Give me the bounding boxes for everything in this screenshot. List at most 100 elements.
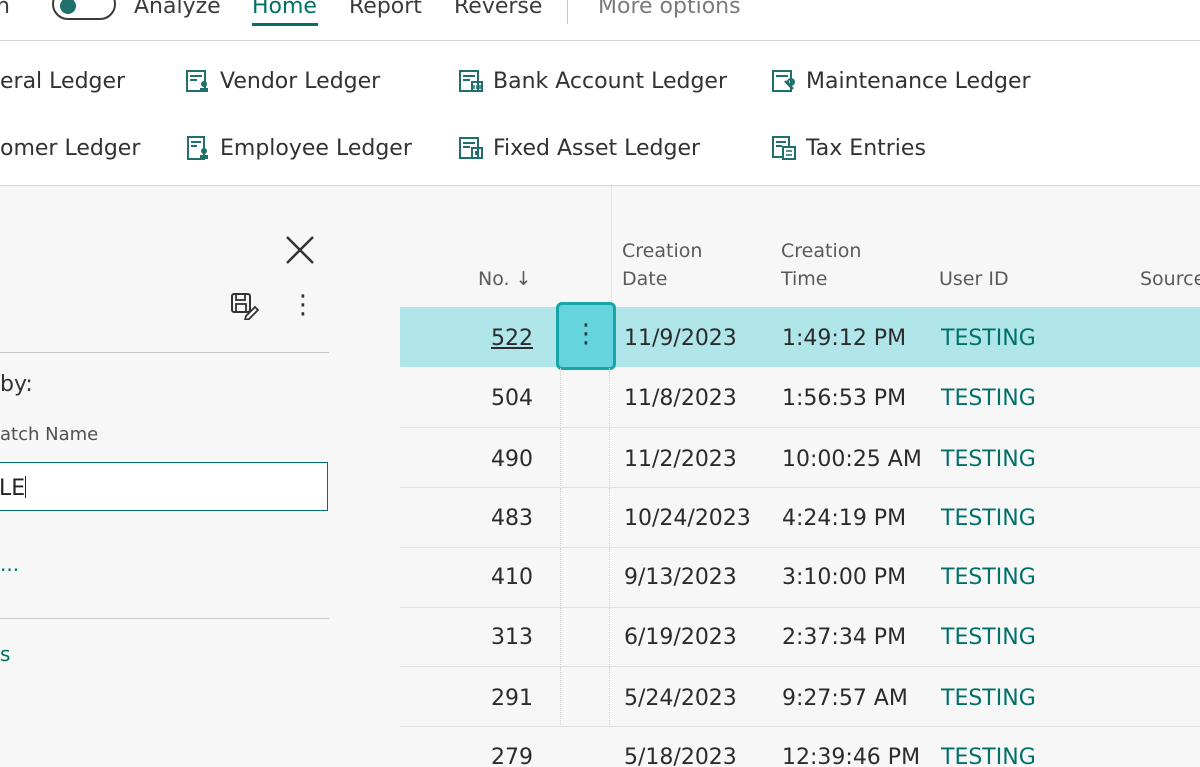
general-ledger-label: eral Ledger xyxy=(0,68,126,94)
vendor-ledger-icon xyxy=(184,67,212,95)
cell-date: 6/19/2023 xyxy=(624,625,737,650)
vendor-ledger-button[interactable]: Vendor Ledger xyxy=(184,63,380,99)
employee-ledger-label: Employee Ledger xyxy=(220,135,412,161)
cell-no[interactable]: 313 xyxy=(453,625,533,650)
table-row[interactable]: 313 6/19/2023 2:37:34 PM TESTING xyxy=(400,607,1200,667)
add-filter-link[interactable]: ... xyxy=(0,552,19,576)
action-bar: n Analyze Home Report Reverse More optio… xyxy=(0,0,1200,41)
column-divider xyxy=(611,186,612,306)
batch-name-value: LE xyxy=(0,476,26,501)
cell-date: 11/9/2023 xyxy=(624,326,737,351)
tab-analyze[interactable]: Analyze xyxy=(134,0,221,19)
tax-entries-button[interactable]: Tax Entries xyxy=(770,130,926,166)
row-separator xyxy=(609,548,611,606)
actionbar-truncated-item[interactable]: n xyxy=(0,0,10,19)
fixed-asset-ledger-button[interactable]: Fixed Asset Ledger xyxy=(457,130,700,166)
table-row[interactable]: 490 11/2/2023 10:00:25 AM TESTING xyxy=(400,428,1200,488)
cell-no[interactable]: 279 xyxy=(453,745,533,767)
batch-name-label: atch Name xyxy=(0,424,99,445)
header-creation-time[interactable]: Creation Time xyxy=(781,237,861,293)
cell-time: 3:10:00 PM xyxy=(782,565,907,590)
table-row[interactable]: 522 11/9/2023 1:49:12 PM TESTING xyxy=(400,307,1200,367)
cell-no[interactable]: 291 xyxy=(453,686,533,711)
cell-no[interactable]: 490 xyxy=(453,447,533,472)
more-options-button[interactable]: More options xyxy=(598,0,741,19)
text-cursor xyxy=(25,476,27,498)
cell-time: 12:39:46 PM xyxy=(782,745,921,767)
cell-no[interactable]: 504 xyxy=(453,386,533,411)
header-creation-time-line2: Time xyxy=(781,268,828,290)
cell-date: 11/2/2023 xyxy=(624,447,737,472)
pane-more-options-button[interactable]: ⋮ xyxy=(290,290,316,322)
tab-reverse[interactable]: Reverse xyxy=(454,0,542,19)
general-ledger-button[interactable]: eral Ledger xyxy=(0,63,125,99)
tax-entries-icon xyxy=(770,134,798,162)
header-creation-date-line1: Creation xyxy=(622,240,703,262)
header-source[interactable]: Source xyxy=(1140,265,1200,293)
table-row[interactable]: 410 9/13/2023 3:10:00 PM TESTING xyxy=(400,548,1200,608)
row-separator xyxy=(609,428,611,486)
bank-account-ledger-label: Bank Account Ledger xyxy=(493,68,727,94)
row-separator xyxy=(560,428,562,486)
cell-time: 10:00:25 AM xyxy=(782,447,922,472)
table-row[interactable]: 483 10/24/2023 4:24:19 PM TESTING xyxy=(400,488,1200,548)
maintenance-ledger-label: Maintenance Ledger xyxy=(806,68,1031,94)
row-separator xyxy=(609,607,611,665)
cell-date: 5/24/2023 xyxy=(624,686,737,711)
tab-home[interactable]: Home xyxy=(252,0,317,19)
row-separator xyxy=(560,667,562,725)
cell-no[interactable]: 483 xyxy=(453,506,533,531)
cell-user: TESTING xyxy=(941,386,1036,411)
cell-no[interactable]: 410 xyxy=(453,565,533,590)
vertical-dots-icon: ⋮ xyxy=(573,319,599,349)
header-creation-date[interactable]: Creation Date xyxy=(622,237,702,293)
cell-time: 2:37:34 PM xyxy=(782,625,907,650)
cell-time: 1:49:12 PM xyxy=(782,326,907,351)
cell-no[interactable]: 522 xyxy=(453,326,533,351)
cell-user: TESTING xyxy=(941,625,1036,650)
cell-user: TESTING xyxy=(941,506,1036,531)
row-separator xyxy=(560,488,562,546)
actionbar-separator xyxy=(567,0,568,24)
cell-user: TESTING xyxy=(941,326,1036,351)
cell-user: TESTING xyxy=(941,686,1036,711)
row-actions-button[interactable]: ⋮ xyxy=(556,302,616,370)
header-creation-date-line2: Date xyxy=(622,268,668,290)
header-user-id[interactable]: User ID xyxy=(939,265,1009,293)
header-creation-time-line1: Creation xyxy=(781,240,862,262)
filter-by-heading: by: xyxy=(0,372,33,397)
app-frame: n Analyze Home Report Reverse More optio… xyxy=(0,0,1200,767)
table-row[interactable]: 504 11/8/2023 1:56:53 PM TESTING xyxy=(400,368,1200,428)
pane-divider-2 xyxy=(0,618,329,619)
toggle-switch[interactable] xyxy=(52,0,116,20)
cell-date: 5/18/2023 xyxy=(624,745,737,767)
vertical-dots-icon: ⋮ xyxy=(290,290,316,320)
cell-user: TESTING xyxy=(941,565,1036,590)
save-filter-view-button[interactable] xyxy=(230,292,260,322)
table-row[interactable]: 291 5/24/2023 9:27:57 AM TESTING xyxy=(400,667,1200,727)
cell-date: 9/13/2023 xyxy=(624,565,737,590)
ledger-actions: eral Ledger omer Ledger Vendor Ledger Em… xyxy=(0,41,1200,186)
batch-name-input[interactable]: LE xyxy=(0,462,328,511)
tax-entries-label: Tax Entries xyxy=(806,135,926,161)
header-no[interactable]: No. ↓ xyxy=(478,265,532,293)
fixed-asset-ledger-label: Fixed Asset Ledger xyxy=(493,135,701,161)
bank-account-ledger-button[interactable]: Bank Account Ledger xyxy=(457,63,727,99)
fixed-asset-ledger-icon xyxy=(457,134,485,162)
cell-date: 11/8/2023 xyxy=(624,386,737,411)
customer-ledger-label: omer Ledger xyxy=(0,135,141,161)
table-row[interactable]: 279 5/18/2023 12:39:46 PM TESTING xyxy=(400,727,1200,767)
employee-ledger-button[interactable]: Employee Ledger xyxy=(184,130,412,166)
maintenance-ledger-icon xyxy=(770,67,798,95)
filters-link[interactable]: s xyxy=(0,642,10,666)
toggle-knob xyxy=(60,0,76,14)
row-separator xyxy=(560,607,562,665)
tab-home-underline xyxy=(252,23,318,26)
customer-ledger-button[interactable]: omer Ledger xyxy=(0,130,140,166)
row-separator xyxy=(609,667,611,725)
tab-report[interactable]: Report xyxy=(349,0,422,19)
maintenance-ledger-button[interactable]: Maintenance Ledger xyxy=(770,63,1031,99)
close-pane-button[interactable] xyxy=(284,234,316,266)
row-separator xyxy=(560,548,562,606)
cell-time: 1:56:53 PM xyxy=(782,386,907,411)
